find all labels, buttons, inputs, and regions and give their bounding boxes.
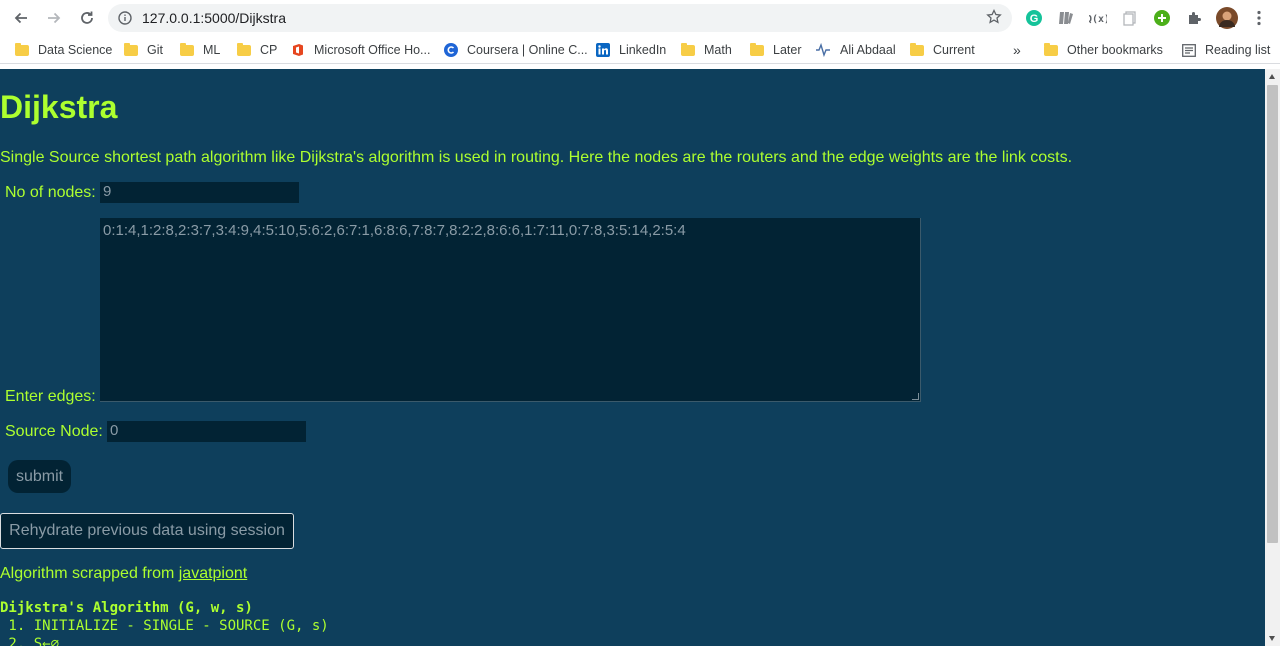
forward-icon[interactable] bbox=[42, 6, 66, 30]
copy-extension-icon[interactable] bbox=[1120, 8, 1140, 28]
svg-text:G: G bbox=[1030, 13, 1039, 25]
bookmark-label: Microsoft Office Ho... bbox=[314, 43, 431, 57]
bookmark-label: Later bbox=[773, 43, 802, 57]
folder-icon bbox=[124, 42, 138, 56]
profile-avatar-icon[interactable] bbox=[1216, 7, 1238, 29]
bookmark-star-icon[interactable] bbox=[986, 8, 1002, 30]
reading-list[interactable]: Reading list bbox=[1182, 41, 1270, 59]
bookmarks-bar: Data Science Git ML CP Microsoft Office … bbox=[0, 36, 1280, 64]
linkedin-icon bbox=[596, 43, 610, 57]
page-scrollbar[interactable] bbox=[1265, 69, 1280, 646]
bookmark-label: Git bbox=[147, 43, 163, 57]
coursera-icon bbox=[444, 43, 458, 57]
bookmark-label: CP bbox=[260, 43, 278, 57]
office-icon bbox=[291, 43, 305, 57]
bookmark-math[interactable]: Math bbox=[681, 41, 732, 59]
source-node-label: Source Node: bbox=[5, 423, 103, 440]
bookmark-coursera[interactable]: Coursera | Online C... bbox=[444, 41, 588, 59]
bookmark-cp[interactable]: CP bbox=[237, 41, 277, 59]
folder-icon bbox=[15, 42, 29, 56]
nodes-input[interactable]: 9 bbox=[100, 182, 299, 203]
overflow-chevron-icon: » bbox=[1013, 42, 1021, 58]
svg-text:Q(x): Q(x) bbox=[1089, 14, 1107, 25]
other-bookmarks[interactable]: Other bookmarks bbox=[1044, 41, 1163, 59]
edges-text: 0:1:4,1:2:8,2:3:7,3:4:9,4:5:10,5:6:2,6:7… bbox=[103, 222, 686, 239]
folder-icon bbox=[681, 42, 695, 56]
chrome-menu-icon[interactable] bbox=[1249, 8, 1269, 28]
bookmark-git[interactable]: Git bbox=[124, 41, 163, 59]
reader-extension-icon[interactable] bbox=[1056, 8, 1076, 28]
javatpoint-link[interactable]: javatpiont bbox=[179, 565, 248, 582]
folder-icon bbox=[750, 42, 764, 56]
bookmark-label: Ali Abdaal bbox=[840, 43, 896, 57]
bookmark-microsoft-office[interactable]: Microsoft Office Ho... bbox=[291, 41, 430, 59]
bookmark-label: ML bbox=[203, 43, 221, 57]
back-icon[interactable] bbox=[9, 6, 33, 30]
grammarly-icon[interactable]: G bbox=[1024, 8, 1044, 28]
page-content: Dijkstra Single Source shortest path alg… bbox=[0, 69, 1265, 646]
resize-handle-icon[interactable] bbox=[912, 393, 919, 400]
credit-text: Algorithm scrapped from bbox=[0, 565, 179, 582]
folder-icon bbox=[910, 42, 924, 56]
page-title: Dijkstra bbox=[0, 89, 118, 125]
address-url[interactable]: 127.0.0.1:5000/Dijkstra bbox=[142, 10, 286, 26]
site-info-icon[interactable] bbox=[118, 11, 132, 30]
algorithm-line: 1. INITIALIZE - SINGLE - SOURCE (G, s) bbox=[0, 618, 329, 634]
browser-toolbar: 127.0.0.1:5000/Dijkstra G Q(x) bbox=[0, 0, 1280, 36]
nodes-label: No of nodes: bbox=[5, 184, 96, 201]
bookmarks-overflow-button[interactable]: » bbox=[1013, 41, 1021, 59]
page-description: Single Source shortest path algorithm li… bbox=[0, 149, 1073, 166]
bookmark-label: Coursera | Online C... bbox=[467, 43, 588, 57]
reload-icon[interactable] bbox=[75, 6, 99, 30]
bookmark-label: Current bbox=[933, 43, 975, 57]
scroll-up-icon[interactable] bbox=[1269, 74, 1275, 79]
bookmark-linkedin[interactable]: LinkedIn bbox=[596, 41, 666, 59]
address-bar[interactable]: 127.0.0.1:5000/Dijkstra bbox=[108, 4, 1012, 32]
scrollbar-thumb[interactable] bbox=[1267, 85, 1278, 543]
add-extension-icon[interactable] bbox=[1152, 8, 1172, 28]
bookmark-label: Other bookmarks bbox=[1067, 43, 1163, 57]
bookmark-label: Math bbox=[704, 43, 732, 57]
bookmark-current[interactable]: Current bbox=[910, 41, 975, 59]
reading-list-icon bbox=[1182, 43, 1196, 57]
scroll-down-icon[interactable] bbox=[1269, 636, 1275, 641]
extensions-puzzle-icon[interactable] bbox=[1184, 8, 1204, 28]
bookmark-ali-abdaal[interactable]: Ali Abdaal bbox=[815, 41, 896, 59]
folder-icon bbox=[237, 42, 251, 56]
bookmark-label: Data Science bbox=[38, 43, 113, 57]
folder-icon bbox=[1044, 42, 1058, 56]
folder-icon bbox=[180, 42, 194, 56]
edges-label: Enter edges: bbox=[5, 388, 96, 405]
ali-abdaal-icon bbox=[815, 43, 831, 57]
bookmark-later[interactable]: Later bbox=[750, 41, 802, 59]
bookmark-label: Reading list bbox=[1205, 43, 1271, 57]
rehydrate-button[interactable]: Rehydrate previous data using session bbox=[0, 513, 294, 549]
bookmark-ml[interactable]: ML bbox=[180, 41, 220, 59]
submit-button[interactable]: submit bbox=[8, 460, 71, 493]
bookmark-label: LinkedIn bbox=[619, 43, 667, 57]
algorithm-heading: Dijkstra's Algorithm (G, w, s) bbox=[0, 600, 253, 616]
credit-line: Algorithm scrapped from javatpiont bbox=[0, 565, 247, 583]
edges-textarea[interactable]: 0:1:4,1:2:8,2:3:7,3:4:9,4:5:10,5:6:2,6:7… bbox=[100, 218, 921, 402]
source-node-input[interactable]: 0 bbox=[107, 421, 306, 442]
bookmark-data-science[interactable]: Data Science bbox=[15, 41, 112, 59]
code-extension-icon[interactable]: Q(x) bbox=[1088, 8, 1108, 28]
algorithm-pseudocode: Dijkstra's Algorithm (G, w, s) 1. INITIA… bbox=[0, 599, 329, 646]
algorithm-line: 2. S←∅ bbox=[0, 636, 60, 646]
